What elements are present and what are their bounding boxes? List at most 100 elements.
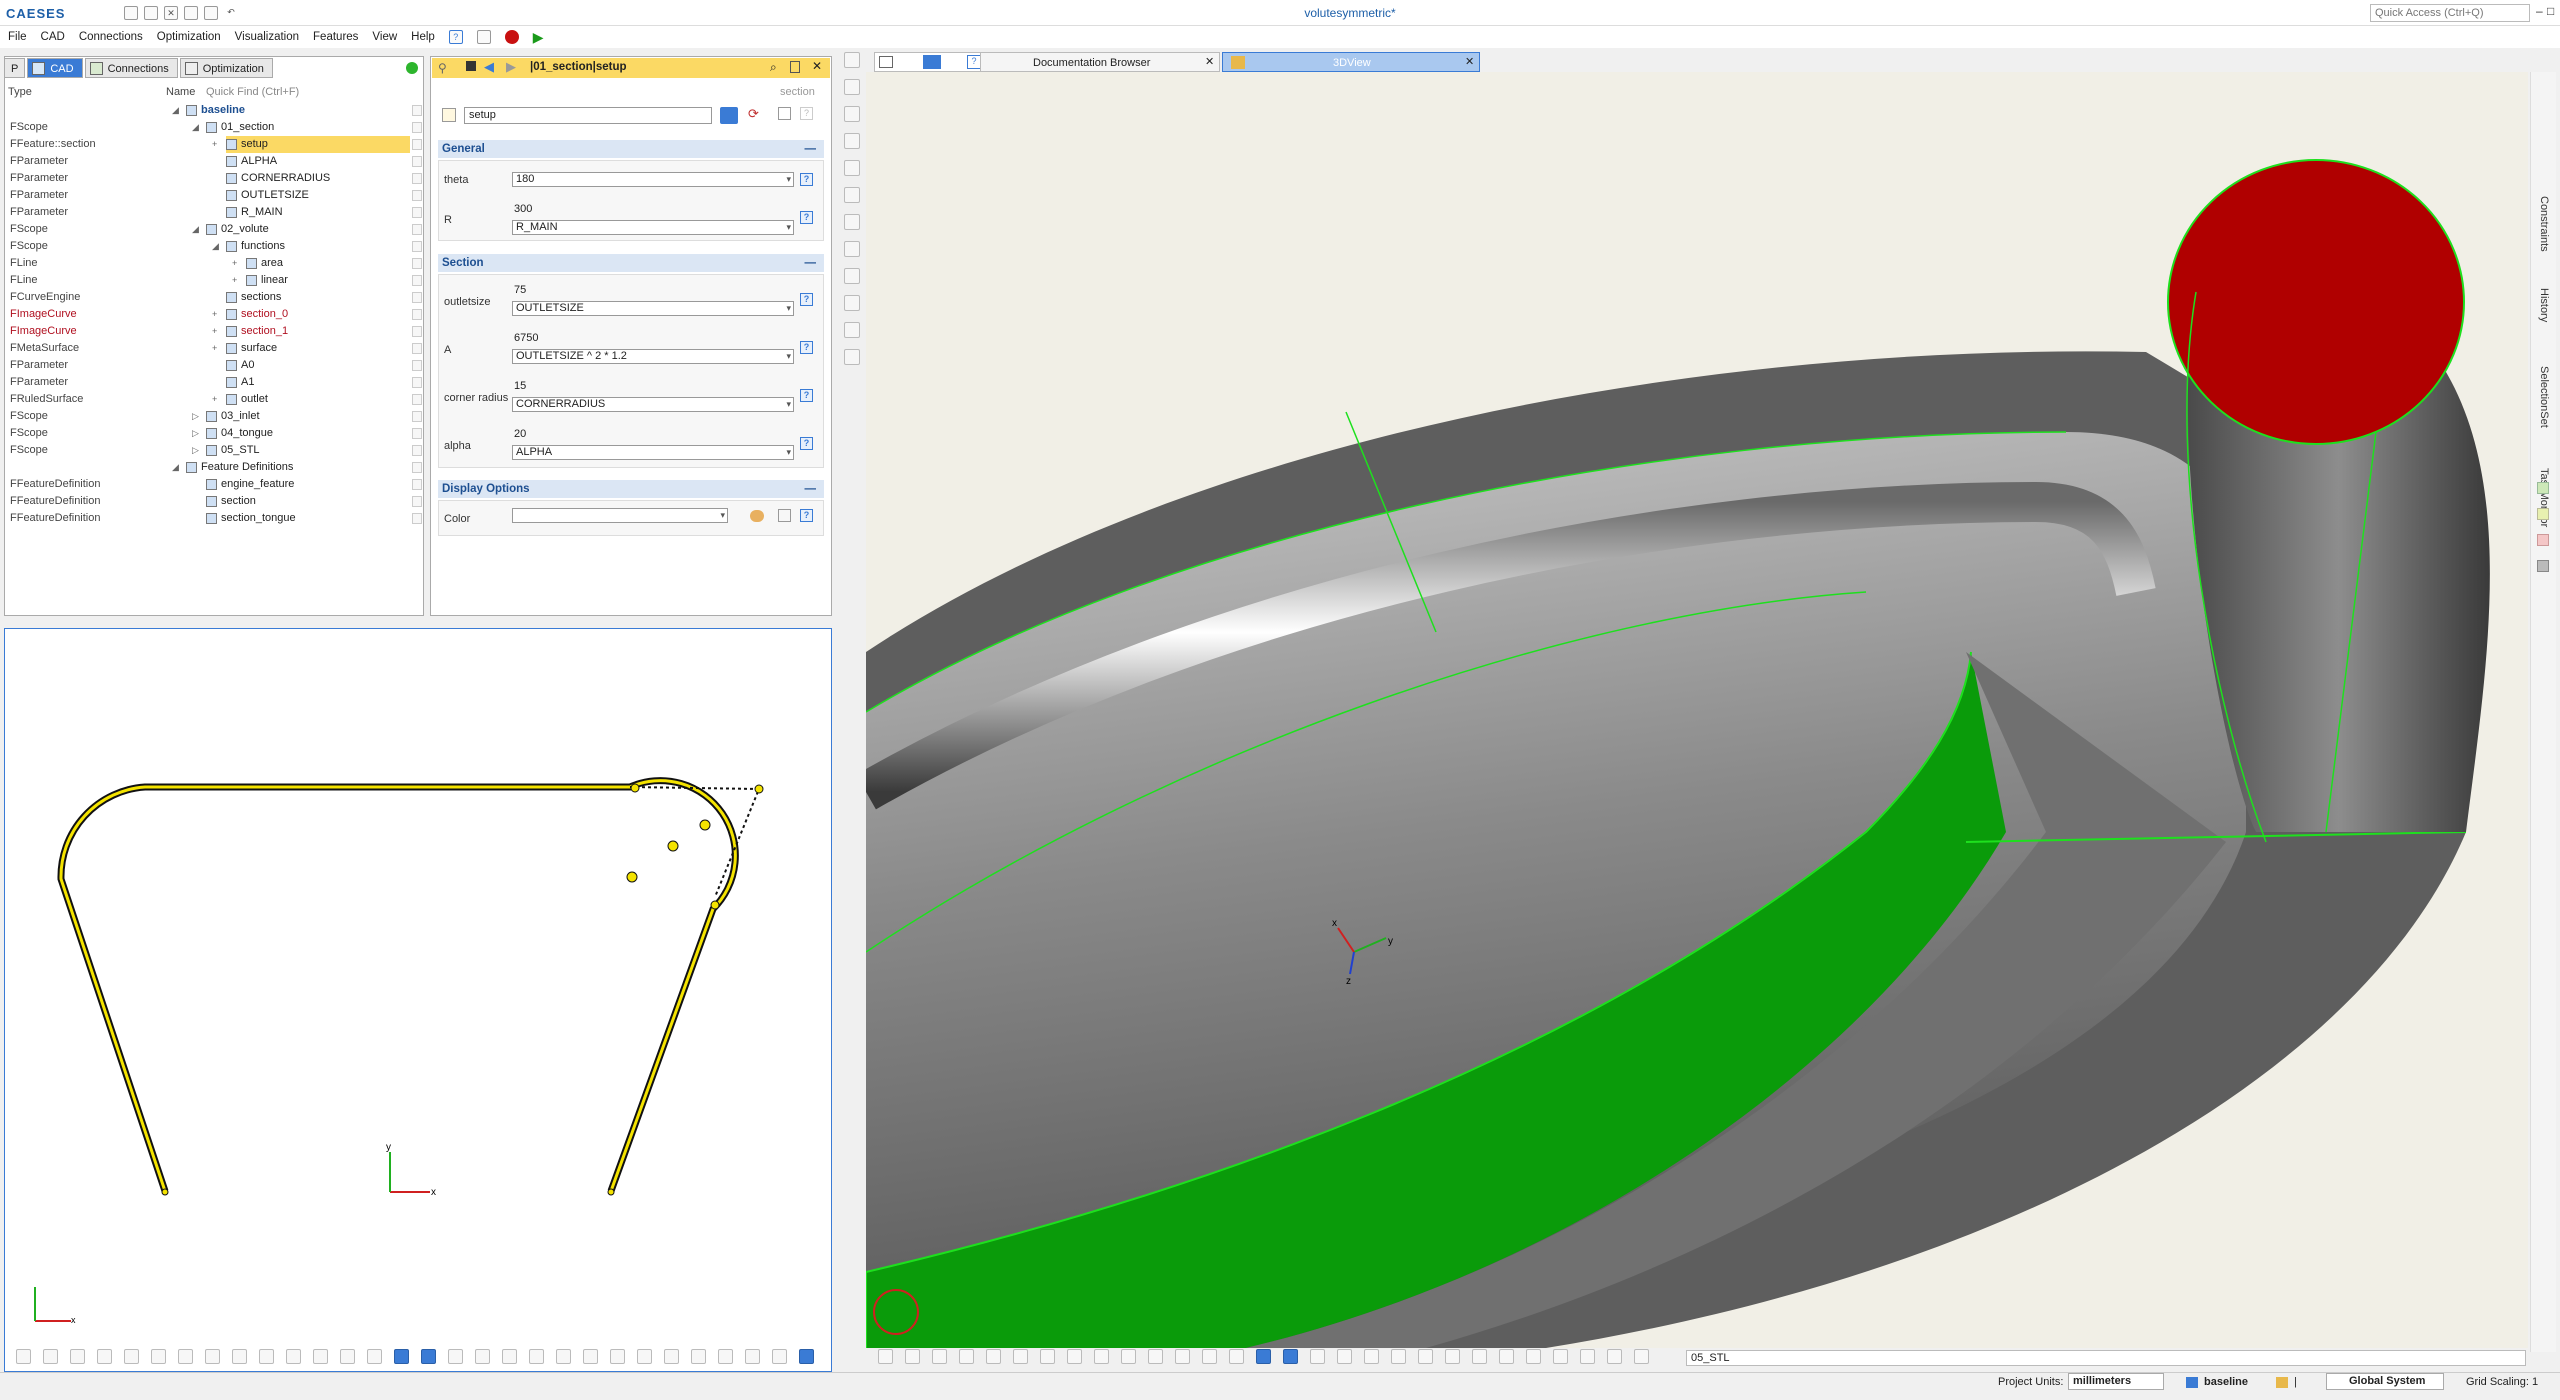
tree-row-help-icon[interactable] [412, 360, 422, 371]
section-viewer-tool-icon[interactable] [43, 1349, 58, 1364]
side-tool-icon[interactable] [844, 268, 860, 284]
tree-row-help-icon[interactable] [412, 122, 422, 133]
edit-icon[interactable] [778, 107, 791, 120]
section-2d-viewer[interactable]: x y x [4, 628, 832, 1372]
outlet-face[interactable] [2167, 159, 2465, 445]
end-point[interactable] [607, 1188, 615, 1196]
tree-expander-icon[interactable]: ◢ [192, 119, 199, 136]
corner-combo[interactable]: CORNERRADIUS [512, 397, 794, 412]
3d-viewer-tool-icon[interactable] [905, 1349, 920, 1364]
control-point[interactable] [626, 871, 638, 883]
tree-row[interactable]: FScope ◢ 02_volute [4, 221, 424, 238]
dock-constraints[interactable]: Constraints [2538, 196, 2550, 252]
save-as-icon[interactable] [204, 6, 218, 20]
tree-row[interactable]: FParameter R_MAIN [4, 204, 424, 221]
3d-viewer-tool-icon[interactable] [1499, 1349, 1514, 1364]
section-section-header[interactable]: Section — [438, 254, 824, 272]
tree-row-name[interactable]: functions [226, 238, 285, 255]
tree-row[interactable]: FParameter A0 [4, 357, 424, 374]
tree-row-help-icon[interactable] [412, 156, 422, 167]
menu-features[interactable]: Features [313, 31, 358, 43]
r-combo[interactable]: R_MAIN [512, 220, 794, 235]
3d-viewer-tool-icon[interactable] [959, 1349, 974, 1364]
3d-viewer-tool-icon[interactable] [932, 1349, 947, 1364]
3d-viewport[interactable]: y x z [866, 72, 2528, 1348]
tree-expander-icon[interactable]: + [212, 136, 217, 153]
tree-row-name[interactable]: section_tongue [206, 510, 296, 527]
3d-viewer-tool-icon[interactable] [1229, 1349, 1244, 1364]
tree-row-name[interactable]: engine_feature [206, 476, 294, 493]
palette-icon[interactable] [750, 510, 764, 522]
minimize-button[interactable]: – [2536, 4, 2543, 18]
alpha-combo[interactable]: ALPHA [512, 445, 794, 460]
theta-help-icon[interactable]: ? [800, 173, 813, 186]
section-viewer-tool-icon[interactable] [772, 1349, 787, 1364]
section-viewer-tool-icon[interactable] [286, 1349, 301, 1364]
3d-viewer-tool-icon[interactable] [1445, 1349, 1460, 1364]
tree-row-help-icon[interactable] [412, 241, 422, 252]
close-3dview-icon[interactable]: ✕ [1465, 55, 1474, 68]
tree-row-name[interactable]: 04_tongue [206, 425, 273, 442]
tree-row-help-icon[interactable] [412, 275, 422, 286]
stop-square-icon[interactable] [466, 61, 476, 71]
maximize-button[interactable]: □ [2547, 4, 2554, 18]
tree-row[interactable]: FMetaSurface + surface [4, 340, 424, 357]
side-tool-icon[interactable] [844, 187, 860, 203]
section-viewer-tool-icon[interactable] [205, 1349, 220, 1364]
tree-row-name[interactable]: setup [226, 136, 410, 153]
doc-help-icon[interactable]: ? [967, 55, 981, 69]
section-viewer-tool-icon[interactable] [745, 1349, 760, 1364]
tree-row-name[interactable]: A0 [226, 357, 254, 374]
section-viewer-tool-icon[interactable] [448, 1349, 463, 1364]
layout-icon[interactable] [879, 56, 893, 68]
volute-render[interactable]: y x z [866, 72, 2528, 1348]
section-collapse-icon[interactable]: — [805, 254, 817, 272]
quick-find-input[interactable]: Quick Find (Ctrl+F) [206, 86, 299, 98]
close-project-icon[interactable]: ✕ [164, 6, 178, 20]
3d-viewer-tool-icon[interactable] [1067, 1349, 1082, 1364]
tree-expander-icon[interactable]: ▷ [192, 442, 199, 459]
new-file-icon[interactable] [144, 6, 158, 20]
3d-viewer-tool-icon[interactable] [1310, 1349, 1325, 1364]
section-viewer-tool-icon[interactable] [16, 1349, 31, 1364]
3d-viewer-tool-icon[interactable] [1607, 1349, 1622, 1364]
copy-icon[interactable] [476, 30, 491, 44]
tree-row[interactable]: FParameter A1 [4, 374, 424, 391]
tree-row[interactable]: FParameter CORNERRADIUS [4, 170, 424, 187]
control-point[interactable] [754, 784, 764, 794]
3d-viewer-tool-icon[interactable] [1580, 1349, 1595, 1364]
tree-row-help-icon[interactable] [412, 207, 422, 218]
tree-row-name[interactable]: 02_volute [206, 221, 269, 238]
tree-row[interactable]: FRuledSurface + outlet [4, 391, 424, 408]
side-tool-icon[interactable] [844, 349, 860, 365]
tree-row[interactable]: FScope ◢ functions [4, 238, 424, 255]
menu-file[interactable]: File [8, 31, 27, 43]
tree-row-name[interactable]: 01_section [206, 119, 274, 136]
tree-row-name[interactable]: sections [226, 289, 281, 306]
section-viewer-tool-icon[interactable] [799, 1349, 814, 1364]
menu-view[interactable]: View [372, 31, 397, 43]
pin-icon[interactable]: ⚲ [438, 61, 447, 75]
tree-row[interactable]: FLine + linear [4, 272, 424, 289]
menu-visualization[interactable]: Visualization [235, 31, 299, 43]
tree-row[interactable]: FParameter ALPHA [4, 153, 424, 170]
tree-expander-icon[interactable]: + [232, 272, 237, 289]
search-icon[interactable]: ⌕ [770, 60, 777, 75]
forward-icon[interactable]: ▶ [506, 59, 516, 75]
tree-row-name[interactable]: outlet [226, 391, 268, 408]
section-viewer-tool-icon[interactable] [259, 1349, 274, 1364]
side-tool-icon[interactable] [844, 241, 860, 257]
swatch-yellow-icon[interactable] [2537, 508, 2549, 520]
tree-row-help-icon[interactable] [412, 292, 422, 303]
3d-viewer-tool-icon[interactable] [1283, 1349, 1298, 1364]
close-tab-icon[interactable]: ✕ [1205, 55, 1214, 68]
general-collapse-icon[interactable]: — [805, 140, 817, 158]
section-viewer-tool-icon[interactable] [178, 1349, 193, 1364]
control-point[interactable] [667, 840, 679, 852]
tree-row[interactable]: FParameter OUTLETSIZE [4, 187, 424, 204]
3d-viewer-tool-icon[interactable] [878, 1349, 893, 1364]
tab-p[interactable]: P [4, 58, 26, 78]
tree-expander-icon[interactable]: + [212, 391, 217, 408]
tree-row-name[interactable]: linear [246, 272, 288, 289]
control-point[interactable] [699, 819, 711, 831]
